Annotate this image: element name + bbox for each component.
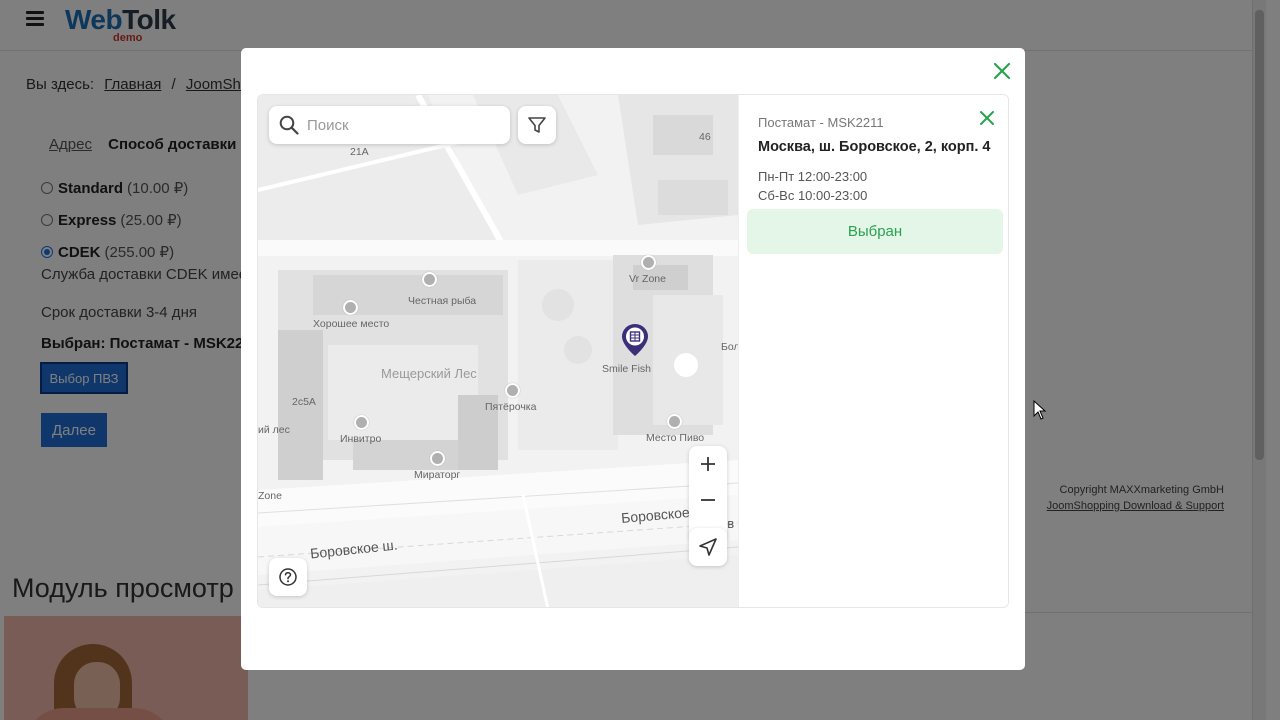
help-button[interactable] — [269, 558, 307, 596]
zoom-in-button[interactable] — [689, 446, 727, 482]
search-box — [269, 106, 510, 144]
selected-status-button[interactable]: Выбран — [747, 209, 1003, 254]
map-label: Место Пиво — [646, 432, 705, 444]
pickup-info-panel: Постамат - MSK2211 Москва, ш. Боровское,… — [738, 95, 1008, 607]
poi-shop-icon[interactable] — [667, 414, 682, 429]
pickup-address: Москва, ш. Боровское, 2, корп. 4 — [758, 139, 991, 155]
map-background — [258, 95, 738, 607]
hours-weekend: Сб-Вс 10:00-23:00 — [758, 188, 868, 203]
zoom-out-icon — [701, 499, 715, 501]
zoom-in-icon — [701, 457, 715, 471]
search-input[interactable] — [307, 116, 497, 134]
close-icon[interactable] — [991, 60, 1013, 82]
map-label: Бол — [721, 341, 738, 353]
poi-clinic-icon[interactable] — [354, 415, 369, 430]
pickup-modal: 21А 46 Честная рыба Хорошее место Мещерс… — [241, 48, 1025, 670]
hours-weekdays: Пн-Пт 12:00-23:00 — [758, 169, 868, 184]
map-label: 21А — [350, 146, 369, 158]
cdek-widget: 21А 46 Честная рыба Хорошее место Мещерс… — [257, 94, 1009, 608]
help-icon — [279, 568, 297, 586]
filter-button[interactable] — [518, 106, 556, 144]
map-label: Smile Fish — [602, 363, 652, 375]
pickup-id: Постамат - MSK2211 — [758, 115, 884, 130]
map-label: Пятёрочка — [485, 401, 537, 413]
search-icon — [279, 115, 299, 135]
map-label: ий лес — [258, 424, 290, 436]
map-view[interactable]: 21А 46 Честная рыба Хорошее место Мещерс… — [258, 95, 738, 607]
locate-icon — [699, 538, 717, 556]
filter-icon — [528, 117, 546, 133]
pickup-pin-icon[interactable] — [621, 323, 649, 357]
map-label: Хорошее место — [313, 318, 390, 330]
locate-button[interactable] — [689, 528, 727, 566]
close-icon[interactable] — [978, 109, 996, 127]
map-label: 46 — [699, 131, 711, 143]
poi-place-icon[interactable] — [641, 255, 656, 270]
pickup-hours: Пн-Пт 12:00-23:00 Сб-Вс 10:00-23:00 — [758, 167, 867, 205]
zoom-out-button[interactable] — [689, 482, 727, 518]
poi-shop-icon[interactable] — [505, 383, 520, 398]
map-label: Vr Zone — [629, 273, 666, 285]
map-label: Мираторг — [414, 469, 461, 481]
cursor-icon — [1033, 399, 1047, 420]
map-label: Мещерский Лес — [381, 366, 477, 381]
map-label: Честная рыба — [408, 295, 477, 307]
map-label: 2с5А — [292, 396, 316, 408]
map-label: Zone — [258, 490, 282, 502]
poi-shop-icon[interactable] — [430, 451, 445, 466]
poi-restaurant-icon[interactable] — [422, 272, 437, 287]
poi-restaurant-icon[interactable] — [343, 300, 358, 315]
map-label: Инвитро — [340, 433, 382, 445]
